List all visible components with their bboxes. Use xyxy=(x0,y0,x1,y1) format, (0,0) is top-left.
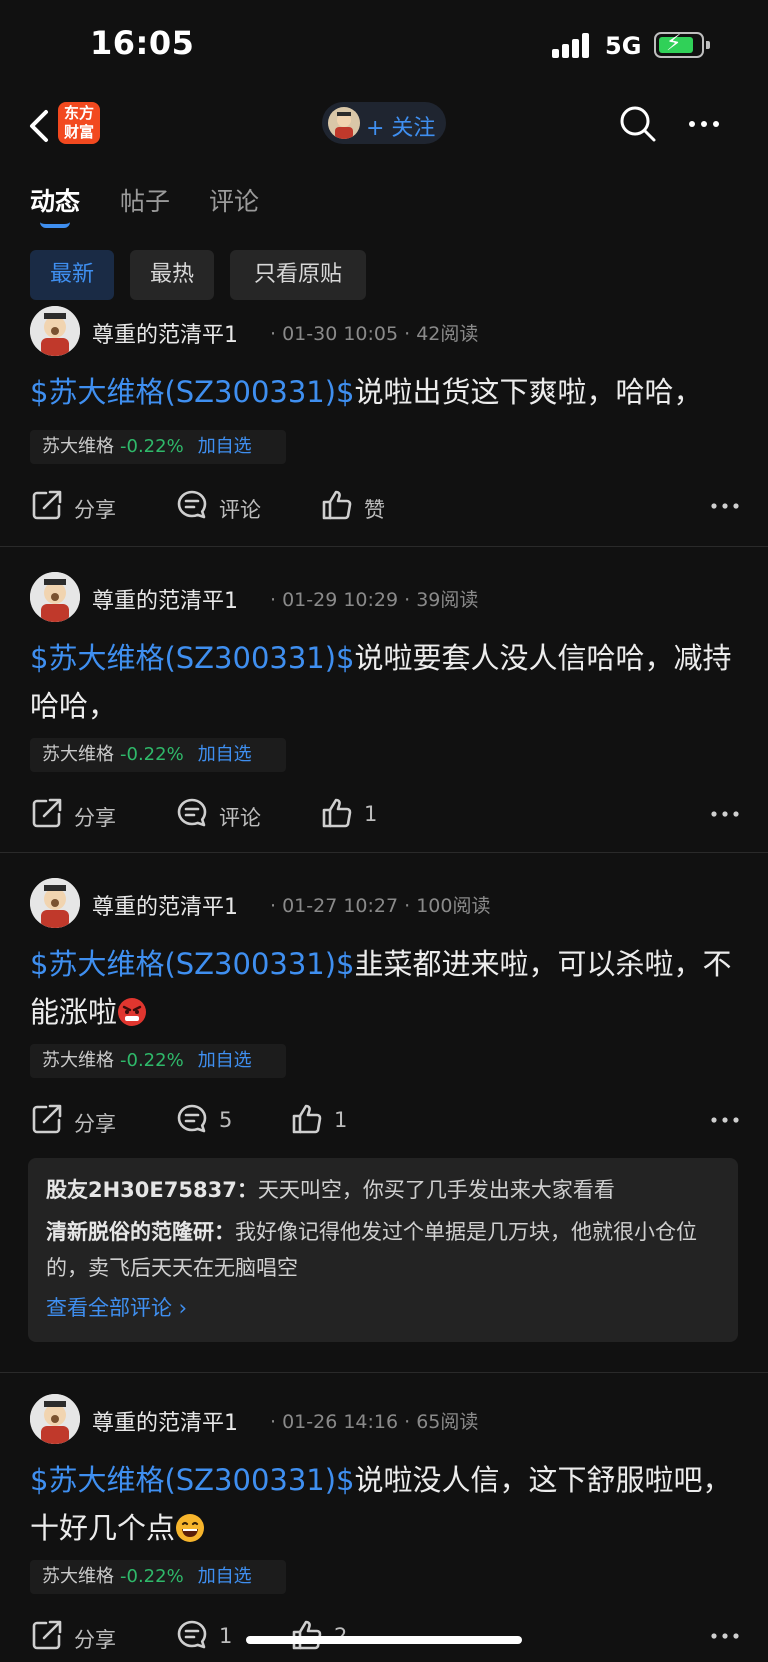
comment-icon xyxy=(177,1104,207,1133)
back-icon[interactable] xyxy=(26,106,56,146)
author-name[interactable]: 尊重的范清平1 xyxy=(92,889,238,921)
add-watchlist-button[interactable]: 加自选 xyxy=(198,1566,252,1587)
status-time: 16:05 xyxy=(90,24,195,62)
follow-label: + 关注 xyxy=(366,116,436,141)
post-meta: · 01-30 10:05 · 42阅读 xyxy=(270,323,479,345)
post-content[interactable]: $苏大维格(SZ300331)$说啦没人信，这下舒服啦吧，十好几个点 xyxy=(30,1456,740,1552)
filter-latest[interactable]: 最新 xyxy=(30,250,114,300)
share-icon xyxy=(32,1104,62,1134)
more-options-icon[interactable] xyxy=(710,1626,740,1646)
post-item[interactable]: 尊重的范清平1 · 01-27 10:27 · 100阅读 $苏大维格(SZ30… xyxy=(0,878,768,1356)
avatar[interactable] xyxy=(30,306,80,356)
angry-face-emoji xyxy=(117,993,147,1026)
comment-item[interactable]: 清新脱俗的范隆研：我好像记得他发过个单据是几万块，他就很小仓位的，卖飞后天天在无… xyxy=(46,1214,720,1286)
comment-item[interactable]: 股友2H30E75837：天天叫空，你买了几手发出来大家看看 xyxy=(46,1172,720,1208)
thumbs-up-icon xyxy=(292,1104,322,1134)
divider xyxy=(0,546,768,547)
search-icon[interactable] xyxy=(618,104,658,144)
add-watchlist-button[interactable]: 加自选 xyxy=(198,1050,252,1071)
comment-author[interactable]: 股友2H30E75837： xyxy=(46,1178,258,1202)
tab-dynamics[interactable]: 动态 xyxy=(30,182,80,218)
grinning-face-emoji xyxy=(175,1509,205,1542)
post-item[interactable]: 尊重的范清平1 · 01-29 10:29 · 39阅读 $苏大维格(SZ300… xyxy=(0,572,768,852)
post-actions: 分享 评论 1 xyxy=(30,794,740,834)
thumbs-up-icon xyxy=(322,490,352,520)
share-icon xyxy=(32,490,62,520)
more-options-icon[interactable] xyxy=(710,804,740,824)
more-options-icon[interactable] xyxy=(710,1110,740,1130)
post-item[interactable]: 尊重的范清平1 · 01-30 10:05 · 42阅读 $苏大维格(SZ300… xyxy=(0,306,768,546)
post-actions: 分享 5 1 xyxy=(30,1100,740,1140)
app-logo: 东方 财富 xyxy=(58,102,100,144)
post-meta: · 01-27 10:27 · 100阅读 xyxy=(270,895,491,917)
home-indicator[interactable] xyxy=(246,1636,522,1644)
signal-icon xyxy=(552,32,592,58)
more-options-icon[interactable] xyxy=(684,104,724,144)
follow-button[interactable]: + 关注 xyxy=(322,102,446,144)
tab-bar: 动态 帖子 评论 xyxy=(0,176,768,232)
author-name[interactable]: 尊重的范清平1 xyxy=(92,1405,238,1437)
avatar[interactable] xyxy=(30,572,80,622)
stock-chip[interactable]: 苏大维格 -0.22% 加自选 xyxy=(30,430,286,464)
post-header: 尊重的范清平1 · 01-26 14:16 · 65阅读 xyxy=(30,1394,730,1444)
stock-chip[interactable]: 苏大维格 -0.22% 加自选 xyxy=(30,1044,286,1078)
comment-icon xyxy=(177,490,207,519)
more-options-icon[interactable] xyxy=(710,496,740,516)
tab-comments[interactable]: 评论 xyxy=(209,182,259,218)
see-all-comments-link[interactable]: 查看全部评论 › xyxy=(46,1288,720,1328)
post-content[interactable]: $苏大维格(SZ300331)$韭菜都进来啦，可以杀啦，不能涨啦 xyxy=(30,940,740,1036)
divider xyxy=(0,852,768,853)
comment-icon xyxy=(177,798,207,827)
status-bar: 16:05 5G ⚡ xyxy=(0,0,768,92)
tab-indicator xyxy=(40,222,70,228)
post-content[interactable]: $苏大维格(SZ300331)$说啦出货这下爽啦，哈哈， xyxy=(30,368,740,416)
thumbs-up-icon xyxy=(292,1620,322,1650)
top-nav: 东方 财富 + 关注 xyxy=(0,92,768,164)
stock-chip[interactable]: 苏大维格 -0.22% 加自选 xyxy=(30,1560,286,1594)
avatar xyxy=(328,107,360,139)
filter-bar: 最新 最热 只看原贴 xyxy=(0,250,768,300)
avatar[interactable] xyxy=(30,1394,80,1444)
post-content[interactable]: $苏大维格(SZ300331)$说啦要套人没人信哈哈，减持哈哈， xyxy=(30,634,740,730)
filter-hottest[interactable]: 最热 xyxy=(130,250,214,300)
divider xyxy=(0,1372,768,1373)
network-type: 5G xyxy=(605,32,642,60)
post-header: 尊重的范清平1 · 01-29 10:29 · 39阅读 xyxy=(30,572,730,622)
post-meta: · 01-26 14:16 · 65阅读 xyxy=(270,1411,479,1433)
post-actions: 分享 评论 赞 xyxy=(30,486,740,526)
post-meta: · 01-29 10:29 · 39阅读 xyxy=(270,589,479,611)
share-icon xyxy=(32,1620,62,1650)
stock-ticker-link[interactable]: $苏大维格(SZ300331)$ xyxy=(30,375,355,409)
comment-icon xyxy=(177,1620,207,1649)
post-header: 尊重的范清平1 · 01-30 10:05 · 42阅读 xyxy=(30,306,730,356)
tab-posts[interactable]: 帖子 xyxy=(120,182,170,218)
add-watchlist-button[interactable]: 加自选 xyxy=(198,744,252,765)
filter-original-only[interactable]: 只看原贴 xyxy=(230,250,366,300)
stock-chip[interactable]: 苏大维格 -0.22% 加自选 xyxy=(30,738,286,772)
comments-preview[interactable]: 股友2H30E75837：天天叫空，你买了几手发出来大家看看 清新脱俗的范隆研：… xyxy=(28,1158,738,1342)
stock-ticker-link[interactable]: $苏大维格(SZ300331)$ xyxy=(30,641,355,675)
stock-ticker-link[interactable]: $苏大维格(SZ300331)$ xyxy=(30,1463,355,1497)
comment-author[interactable]: 清新脱俗的范隆研： xyxy=(46,1220,235,1244)
author-name[interactable]: 尊重的范清平1 xyxy=(92,583,238,615)
stock-ticker-link[interactable]: $苏大维格(SZ300331)$ xyxy=(30,947,355,981)
author-name[interactable]: 尊重的范清平1 xyxy=(92,317,238,349)
post-header: 尊重的范清平1 · 01-27 10:27 · 100阅读 xyxy=(30,878,730,928)
share-icon xyxy=(32,798,62,828)
post-item[interactable]: 尊重的范清平1 · 01-26 14:16 · 65阅读 $苏大维格(SZ300… xyxy=(0,1394,768,1662)
thumbs-up-icon xyxy=(322,798,352,828)
add-watchlist-button[interactable]: 加自选 xyxy=(198,436,252,457)
battery-icon: ⚡ xyxy=(654,31,710,58)
avatar[interactable] xyxy=(30,878,80,928)
